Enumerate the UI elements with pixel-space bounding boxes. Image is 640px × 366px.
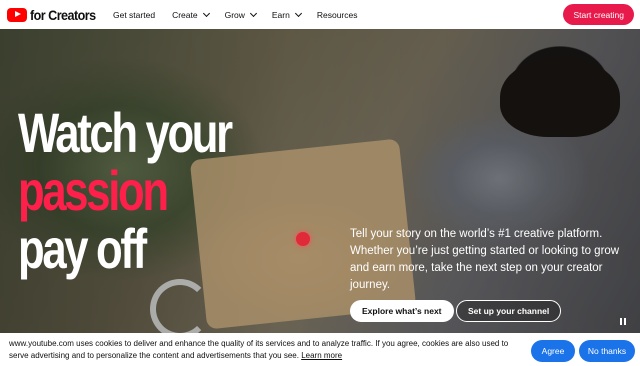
set-up-channel-button[interactable]: Set up your channel [456,300,562,322]
nav-earn[interactable]: Earn [272,9,302,20]
nav-create[interactable]: Create [172,9,210,20]
headline-line-1: Watch your [18,101,233,164]
hero-headline: Watch your passion pay off [18,101,233,280]
headline-line-2: passion [18,159,169,222]
youtube-creators-logo[interactable]: for Creators [7,7,103,23]
cookie-text: www.youtube.com uses cookies to deliver … [9,339,509,360]
nav-grow[interactable]: Grow [225,9,257,20]
start-creating-button[interactable]: Start creating [563,4,634,25]
logo-text: for Creators [30,6,96,23]
youtube-play-icon [7,7,27,22]
nav-get-started[interactable]: Get started [113,10,155,20]
hero-tagline: Tell your story on the world’s #1 creati… [350,228,620,291]
chevron-down-icon [294,9,302,17]
pause-icon[interactable] [620,318,626,325]
explore-whats-next-button[interactable]: Explore what’s next [350,300,454,322]
main-nav: Get started Create Grow Earn Resources [113,0,358,29]
no-thanks-button[interactable]: No thanks [579,340,635,362]
hero-background-object [500,57,620,137]
headline-line-3: pay off [18,217,147,280]
nav-resources[interactable]: Resources [317,10,358,20]
chevron-down-icon [249,9,257,17]
hero-background-light [296,232,310,246]
learn-more-link[interactable]: Learn more [301,351,342,360]
chevron-down-icon [202,9,210,17]
hero-background-cable [150,279,210,336]
agree-button[interactable]: Agree [531,340,575,362]
site-header: for Creators Get started Create Grow Ear… [0,0,640,29]
